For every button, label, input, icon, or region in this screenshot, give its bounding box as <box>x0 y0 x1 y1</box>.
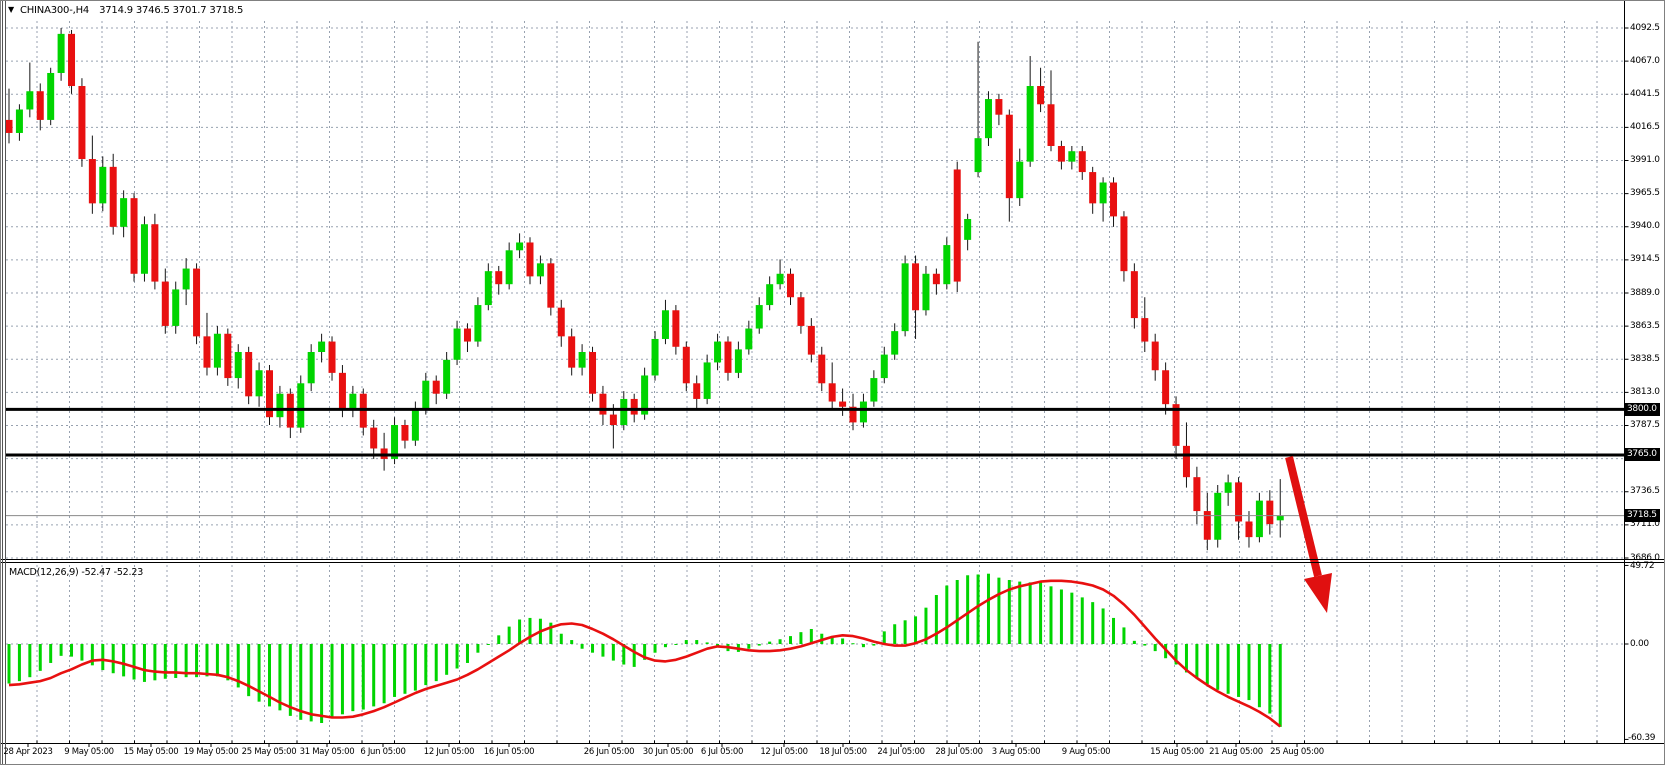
trading-chart-window: ▼CHINA300-,H43714.9 3746.5 3701.7 3718.5… <box>0 0 1665 765</box>
price-chart[interactable] <box>1 1 1665 765</box>
trend-arrow[interactable] <box>1289 457 1332 613</box>
macd-histogram <box>8 574 1282 727</box>
level-lines[interactable] <box>6 409 1625 455</box>
candles[interactable] <box>6 28 1284 550</box>
